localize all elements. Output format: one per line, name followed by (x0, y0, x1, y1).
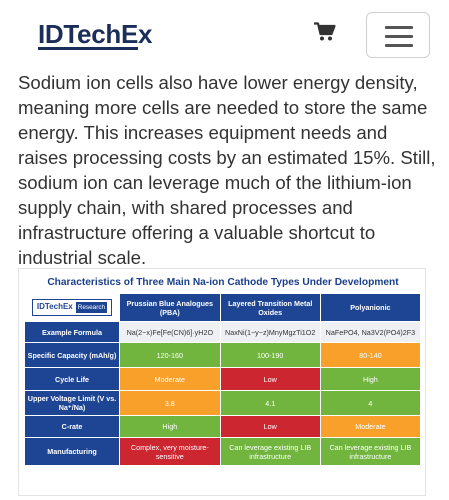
table-cell: Low (220, 368, 321, 391)
site-header: IDTechEx (0, 0, 449, 70)
table-row: Cycle Life Moderate Low High (25, 368, 421, 391)
table-cell: 4 (320, 391, 421, 416)
table-cell: NaxNi(1−y−z)MnyMgzTi1O2 (220, 322, 321, 343)
row-header: Specific Capacity (mAh/g) (25, 343, 121, 368)
idtechex-logo[interactable]: IDTechEx (38, 19, 152, 50)
row-header: C-rate (25, 416, 121, 438)
logo-underline (38, 47, 138, 50)
table-row: Manufacturing Complex, very moisture-sens… (25, 438, 421, 466)
table-row: Example Formula Na(2−x)Fe[Fe(CN)6]·yH2O Na… (25, 322, 421, 343)
shopping-cart-icon[interactable] (314, 22, 336, 42)
article-paragraph: Sodium ion cells also have lower energy … (18, 72, 436, 268)
column-header: Polyanionic (320, 294, 421, 322)
table-cell: Na(2−x)Fe[Fe(CN)6]·yH2O (120, 322, 221, 343)
column-header: Layered Transition Metal Oxides (220, 294, 321, 322)
table-cell: NaFePO4, Na3V2(PO4)2F3 (320, 322, 421, 343)
cathode-comparison-figure: Characteristics of Three Main Na-ion Cat… (18, 268, 426, 496)
table-row: Upper Voltage Limit (V vs. Na⁺/Na) 3.8 4.1… (25, 391, 421, 416)
cathode-comparison-table: IDTechEx Research Prussian Blue Analogues… (25, 294, 421, 466)
column-header: Prussian Blue Analogues (PBA) (120, 294, 221, 322)
row-header: Upper Voltage Limit (V vs. Na⁺/Na) (25, 391, 121, 416)
idtechex-research-logo: IDTechEx Research (31, 299, 113, 316)
table-row: C-rate High Low Moderate (25, 416, 421, 438)
table-cell: Can leverage existing LIB infrastructure (220, 438, 321, 466)
menu-toggle-button[interactable] (366, 12, 430, 58)
row-header: Cycle Life (25, 368, 121, 391)
table-cell: Moderate (320, 416, 421, 438)
table-cell: Complex, very moisture-sensitive (120, 438, 221, 466)
table-row: Specific Capacity (mAh/g) 120-160 100-190 8… (25, 343, 421, 368)
table-brand-cell: IDTechEx Research (25, 294, 121, 322)
table-header-row: IDTechEx Research Prussian Blue Analogues… (25, 294, 421, 322)
table-cell: 3.8 (120, 391, 221, 416)
table-cell: High (120, 416, 221, 438)
row-header: Example Formula (25, 322, 121, 343)
row-header: Manufacturing (25, 438, 121, 466)
table-cell: 4.1 (220, 391, 321, 416)
figure-title: Characteristics of Three Main Na-ion Cat… (47, 277, 399, 288)
table-cell: Can leverage existing LIB infrastructure (320, 438, 421, 466)
table-cell: High (320, 368, 421, 391)
table-cell: Low (220, 416, 321, 438)
table-cell: Moderate (120, 368, 221, 391)
table-cell: 120-160 (120, 343, 221, 368)
table-cell: 80-140 (320, 343, 421, 368)
table-cell: 100-190 (220, 343, 321, 368)
